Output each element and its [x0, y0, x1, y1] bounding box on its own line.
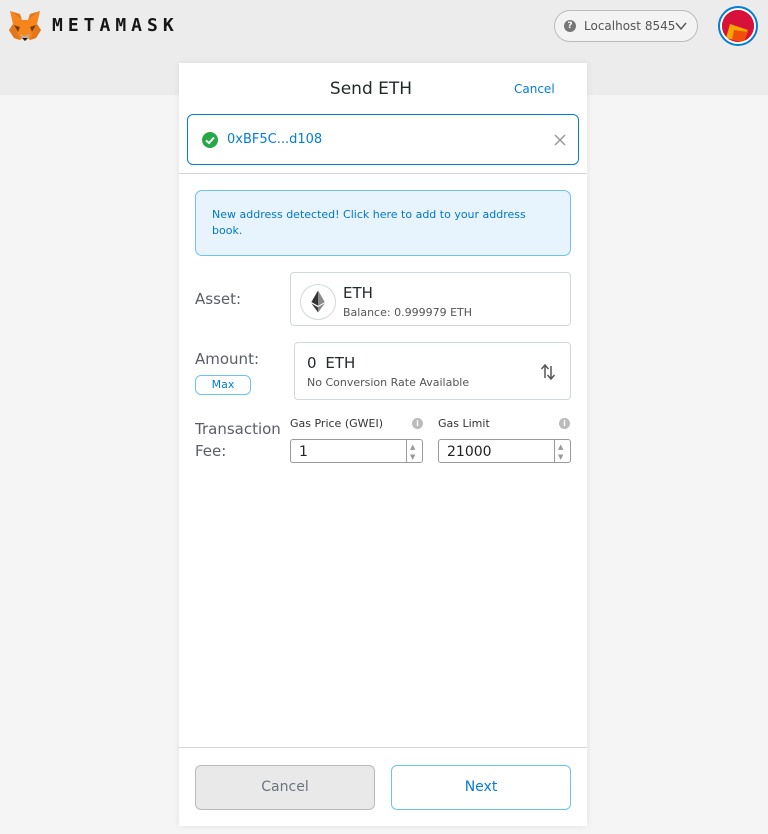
amount-label: Amount:	[195, 350, 259, 368]
header-divider	[179, 173, 587, 174]
asset-selector[interactable]: ETH Balance: 0.999979 ETH	[290, 272, 571, 326]
footer-divider	[179, 747, 587, 748]
gas-price-value: 1	[291, 440, 407, 462]
check-circle-icon	[202, 132, 218, 148]
cancel-button[interactable]: Cancel	[195, 765, 375, 810]
gas-price-input[interactable]: 1 ▲ ▼	[290, 439, 423, 463]
amount-input[interactable]: 0 ETH No Conversion Rate Available	[294, 342, 571, 400]
conversion-rate-text: No Conversion Rate Available	[307, 376, 470, 389]
gas-limit-info-icon[interactable]: i	[559, 418, 570, 429]
question-circle-icon: ?	[564, 20, 576, 32]
asset-balance-value: 0.999979	[394, 306, 447, 319]
chevron-down-icon	[675, 22, 687, 31]
transaction-fee-label-line2: Fee:	[195, 442, 227, 460]
recipient-address-field[interactable]: 0xBF5C...d108	[187, 114, 579, 165]
asset-balance-unit: ETH	[450, 306, 473, 319]
gas-limit-label: Gas Limit	[438, 417, 490, 430]
asset-balance: Balance: 0.999979 ETH	[343, 306, 472, 319]
gas-limit-input[interactable]: 21000 ▲ ▼	[438, 439, 571, 463]
transaction-fee-label: Transaction Fee:	[195, 418, 281, 462]
gas-price-label: Gas Price (GWEI)	[290, 417, 384, 430]
gas-price-stepper[interactable]: ▲ ▼	[407, 440, 422, 462]
page-title: Send ETH	[329, 79, 413, 99]
swap-arrows-icon[interactable]	[540, 363, 556, 381]
amount-unit: ETH	[325, 354, 356, 372]
asset-balance-label: Balance:	[343, 306, 391, 319]
gas-price-info-icon[interactable]: i	[412, 418, 423, 429]
max-button[interactable]: Max	[195, 375, 251, 395]
eth-icon	[300, 284, 336, 320]
next-button[interactable]: Next	[391, 765, 571, 810]
recipient-address: 0xBF5C...d108	[227, 132, 323, 147]
header-cancel-link[interactable]: Cancel	[514, 82, 555, 96]
network-label: Localhost 8545	[584, 19, 676, 33]
account-avatar[interactable]	[718, 6, 758, 46]
amount-value-group: 0 ETH	[307, 354, 355, 372]
gas-limit-value: 21000	[439, 440, 555, 462]
new-address-notice[interactable]: New address detected! Click here to add …	[195, 190, 571, 256]
transaction-fee-label-line1: Transaction	[195, 420, 281, 438]
asset-label: Asset:	[195, 290, 242, 308]
asset-name: ETH	[343, 284, 373, 302]
gas-limit-stepper[interactable]: ▲ ▼	[555, 440, 570, 462]
close-icon[interactable]	[553, 133, 567, 147]
metamask-fox-logo[interactable]	[8, 10, 42, 42]
amount-value: 0	[307, 354, 317, 372]
network-selector[interactable]: ? Localhost 8545	[554, 10, 698, 42]
app-wordmark: METAMASK	[52, 15, 179, 36]
